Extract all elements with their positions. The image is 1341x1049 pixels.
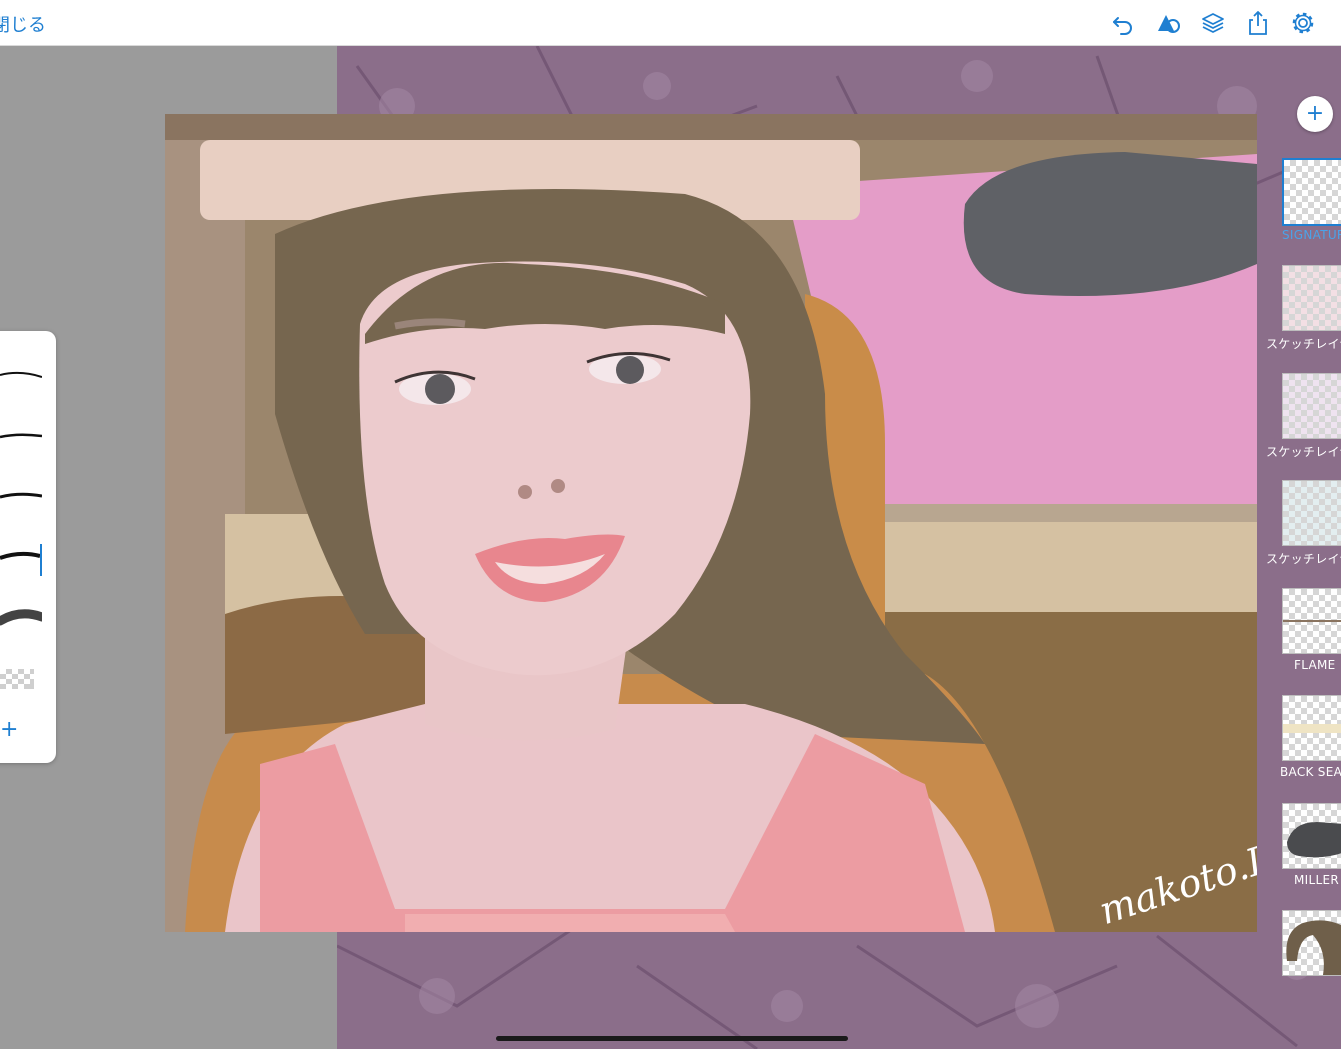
layer-label: SIGNATURE	[1282, 228, 1341, 242]
brush-4[interactable]	[0, 539, 42, 573]
brush-3[interactable]	[0, 479, 42, 513]
layer-thumbnail	[1282, 373, 1341, 439]
layer-label: スケッチレイヤー	[1266, 445, 1341, 459]
layer-label: FLAME	[1294, 658, 1336, 672]
brush-1[interactable]	[0, 359, 42, 393]
shapes-icon[interactable]	[1154, 9, 1182, 37]
close-button[interactable]: 閉じる	[0, 11, 46, 37]
layer-label: MILLER	[1294, 873, 1339, 887]
home-indicator	[496, 1036, 848, 1041]
layer-label: スケッチレイヤー	[1266, 552, 1341, 566]
layer-thumbnail	[1282, 480, 1341, 546]
settings-icon[interactable]	[1289, 9, 1317, 37]
add-layer-button[interactable]: +	[1297, 96, 1333, 132]
brush-5[interactable]	[0, 599, 42, 633]
brush-2[interactable]	[0, 419, 42, 453]
share-icon[interactable]	[1244, 9, 1272, 37]
brush-selection-indicator	[40, 544, 42, 576]
top-toolbar: 閉じる	[0, 0, 1341, 46]
layer-thumbnail	[1282, 588, 1341, 654]
layers-icon[interactable]	[1199, 9, 1227, 37]
brush-6[interactable]	[0, 663, 42, 697]
layer-thumbnail	[1282, 265, 1341, 331]
undo-icon[interactable]	[1109, 9, 1137, 37]
layer-thumbnail	[1282, 158, 1341, 226]
layer-label: BACK SEAT	[1280, 765, 1341, 779]
layer-thumbnail	[1282, 803, 1341, 869]
canvas-artwork[interactable]: makoto.I	[165, 114, 1257, 932]
layer-thumbnail	[1282, 910, 1341, 976]
brush-panel: +	[0, 331, 56, 763]
add-brush-button[interactable]: +	[0, 717, 18, 742]
layer-label: スケッチレイヤー	[1266, 337, 1341, 351]
layer-thumbnail	[1282, 695, 1341, 761]
